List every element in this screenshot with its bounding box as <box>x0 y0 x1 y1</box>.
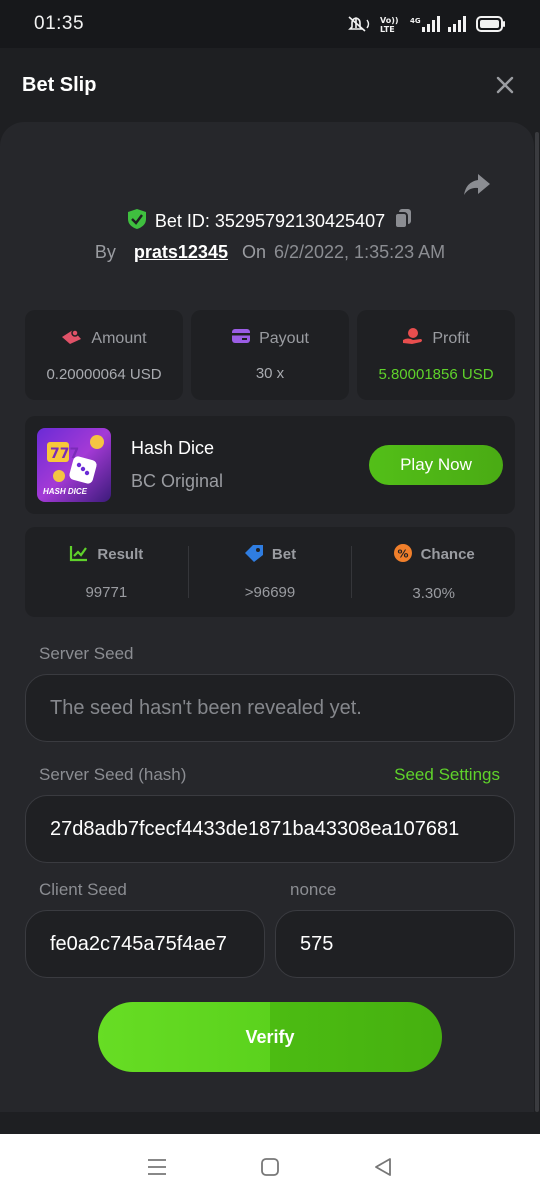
bet-date: 6/2/2022, 1:35:23 AM <box>273 242 446 262</box>
home-square-icon <box>261 1158 279 1176</box>
chart-check-icon <box>69 544 89 566</box>
result-value: >96699 <box>244 583 296 601</box>
money-icon <box>61 327 83 350</box>
svg-text:LTE: LTE <box>380 25 395 33</box>
hand-coin-icon <box>402 327 424 350</box>
result-col-result: Result 99771 <box>25 527 188 617</box>
username-link[interactable]: prats12345 <box>134 242 228 263</box>
game-card: 777 HASH DICE Hash Dice BC Original Play… <box>25 416 515 514</box>
result-label: Result <box>97 546 144 563</box>
game-name: Hash Dice <box>131 438 215 458</box>
volte-icon: Vo)) LTE <box>380 15 402 33</box>
game-thumbnail[interactable]: 777 HASH DICE <box>37 428 111 502</box>
card-icon <box>231 328 251 349</box>
game-subtitle: BC Original <box>131 471 224 491</box>
svg-text:4G: 4G <box>410 17 421 25</box>
close-icon <box>496 76 514 94</box>
stat-value: 30 x <box>255 365 285 382</box>
signal-4g-icon: 4G <box>410 15 440 33</box>
result-value: 99771 <box>85 583 128 601</box>
share-button[interactable] <box>462 172 492 198</box>
game-thumb-label: HASH DICE <box>43 487 88 496</box>
bet-id: Bet ID: 35295792130425407 <box>154 211 386 231</box>
on-label: On <box>241 242 266 262</box>
status-bar: 01:35 Vo)) LTE 4G <box>0 0 540 48</box>
tag-icon <box>244 544 264 566</box>
stat-amount: Amount 0.20000064 USD <box>25 310 183 400</box>
client-seed-field[interactable]: fe0a2c745a75f4ae7 <box>25 910 265 978</box>
share-icon <box>464 174 490 195</box>
bet-slip-header: Bet Slip <box>0 48 540 122</box>
percent-icon: % <box>393 543 413 567</box>
signal-icon <box>448 15 468 33</box>
server-seed-hash-label: Server Seed (hash) <box>39 765 187 784</box>
server-seed-label: Server Seed <box>39 644 134 663</box>
stat-value: 5.80001856 USD <box>378 366 494 383</box>
menu-icon <box>147 1159 166 1175</box>
back-nav-button[interactable] <box>369 1153 397 1181</box>
scrollbar[interactable] <box>535 132 539 1112</box>
mute-icon <box>348 15 372 33</box>
nonce-label: nonce <box>290 880 337 899</box>
home-nav-button[interactable] <box>256 1153 284 1181</box>
result-label: Chance <box>420 546 475 563</box>
stats-row: Amount 0.20000064 USD Payout 30 x Profit… <box>25 310 515 400</box>
nonce-field[interactable]: 575 <box>275 910 515 978</box>
status-time: 01:35 <box>34 13 85 34</box>
server-seed-field[interactable]: The seed hasn't been revealed yet. <box>25 674 515 742</box>
battery-icon <box>476 15 506 33</box>
result-row: Result 99771 Bet >96699 % Chance 3.30% <box>25 527 515 617</box>
svg-text:Vo)): Vo)) <box>380 16 399 25</box>
result-col-chance: % Chance 3.30% <box>352 527 515 617</box>
back-triangle-icon <box>375 1158 392 1176</box>
stat-payout: Payout 30 x <box>191 310 349 400</box>
status-icons: Vo)) LTE 4G <box>348 15 506 33</box>
shield-check-icon <box>127 208 147 235</box>
stat-profit: Profit 5.80001856 USD <box>357 310 515 400</box>
menu-nav-button[interactable] <box>143 1153 171 1181</box>
stat-label: Profit <box>432 329 470 347</box>
client-seed-label: Client Seed <box>39 880 127 899</box>
result-label: Bet <box>271 546 297 563</box>
close-button[interactable] <box>494 74 516 96</box>
seed-settings-link[interactable]: Seed Settings <box>394 765 500 785</box>
by-label: By <box>94 242 116 262</box>
bet-id-row: Bet ID: 35295792130425407 <box>0 208 540 235</box>
play-now-button[interactable]: Play Now <box>369 445 503 485</box>
stat-value: 0.20000064 USD <box>46 366 162 383</box>
stat-label: Amount <box>91 329 147 347</box>
svg-text:%: % <box>397 547 408 560</box>
server-seed-hash-field[interactable]: 27d8adb7fcecf4433de1871ba43308ea107681 <box>25 795 515 863</box>
stat-label: Payout <box>259 329 309 347</box>
copy-icon[interactable] <box>393 208 413 235</box>
system-nav-bar <box>0 1134 540 1200</box>
result-value: 3.30% <box>412 584 455 602</box>
verify-button[interactable]: Verify <box>98 1002 442 1072</box>
page-title: Bet Slip <box>22 73 97 96</box>
result-col-bet: Bet >96699 <box>189 527 352 617</box>
bet-meta-row: By prats12345 On 6/2/2022, 1:35:23 AM <box>0 242 540 263</box>
